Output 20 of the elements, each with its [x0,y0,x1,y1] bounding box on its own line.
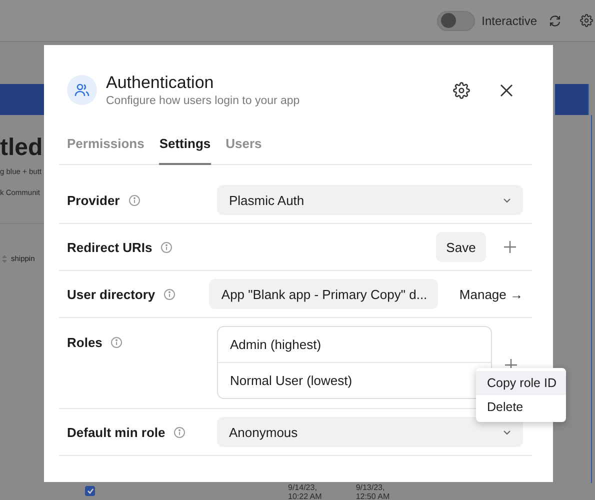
setting-label: Roles [67,335,102,350]
setting-label: Provider [67,192,120,208]
setting-label: Default min role [67,424,166,440]
manage-link[interactable]: Manage → [459,286,523,302]
toggle-label: Interactive [482,14,537,28]
tab[interactable]: Settings [159,136,211,165]
menu-item[interactable]: Copy role ID [476,371,566,395]
setting-label: User directory [67,286,156,302]
modal-title: Authentication [106,73,215,93]
modal-subtitle: Configure how users login to your app [106,95,301,107]
table-cell: 9/13/23, 12:50 AM [356,483,390,500]
table-cell: 9/14/23, 10:22 AM [288,483,322,500]
select-field[interactable]: App "Blank app - Primary Copy" d... [209,279,438,309]
save-button[interactable]: Save [436,232,486,262]
select-field[interactable]: Anonymous [217,417,523,447]
select-field[interactable]: Plasmic Auth [217,185,523,215]
menu-item[interactable]: Delete [476,395,566,419]
setting-label: Redirect URIs [67,240,152,254]
page-title: tled [0,134,44,162]
role-item[interactable]: Admin (highest) [218,327,491,362]
